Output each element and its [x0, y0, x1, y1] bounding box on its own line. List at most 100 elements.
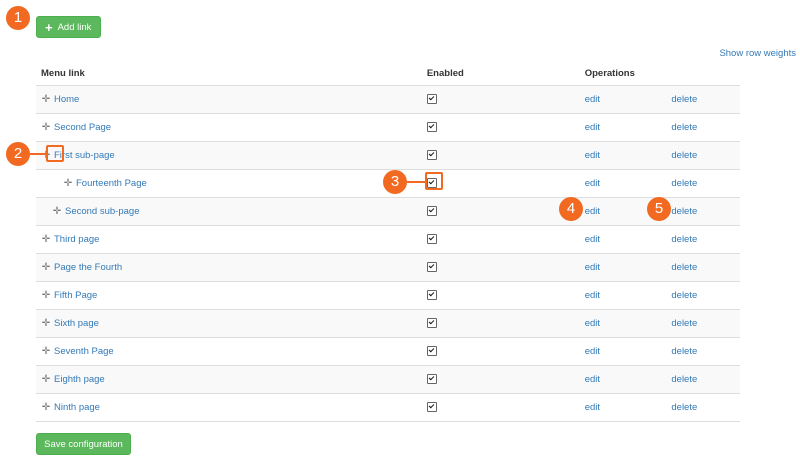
edit-cell: edit [584, 85, 672, 114]
drag-handle-icon[interactable]: ✛ [41, 234, 51, 245]
delete-link[interactable]: delete [671, 150, 697, 161]
delete-link[interactable]: delete [671, 290, 697, 301]
drag-handle-icon[interactable]: ✛ [41, 346, 51, 357]
delete-link[interactable]: delete [671, 402, 697, 413]
save-configuration-button[interactable]: Save configuration [36, 433, 131, 455]
add-link-button[interactable]: + Add link [36, 16, 101, 38]
delete-link[interactable]: delete [671, 234, 697, 245]
enabled-checkbox[interactable] [426, 262, 437, 273]
delete-cell: delete [671, 253, 740, 282]
enabled-checkbox[interactable] [426, 290, 437, 301]
enabled-checkbox[interactable] [426, 122, 437, 133]
delete-link[interactable]: delete [671, 122, 697, 133]
drag-handle-icon[interactable]: ✛ [41, 318, 51, 329]
drag-handle-highlight [46, 145, 64, 162]
delete-link[interactable]: delete [671, 346, 697, 357]
menu-link-cell: ✛ Second sub-page [36, 197, 427, 226]
table-row: ✛ Seventh Page edit delete [36, 337, 740, 366]
edit-link[interactable]: edit [585, 94, 600, 105]
table-row: ✛ Sixth page edit delete [36, 309, 740, 338]
enabled-cell [426, 337, 585, 366]
drag-handle-icon[interactable]: ✛ [41, 290, 51, 301]
callout-4: 4 [559, 197, 583, 221]
enabled-checkbox[interactable] [426, 374, 437, 385]
menu-link-cell: ✛ Second Page [36, 113, 427, 142]
callout-3: 3 [383, 170, 407, 194]
drag-handle-icon[interactable]: ✛ [52, 206, 62, 217]
enabled-checkbox[interactable] [426, 318, 437, 329]
operations-header: Operations [584, 61, 672, 86]
operations-header-spacer [671, 61, 740, 86]
delete-link[interactable]: delete [671, 206, 697, 217]
edit-cell: edit [584, 169, 672, 198]
edit-cell: edit [584, 225, 672, 254]
edit-link[interactable]: edit [585, 346, 600, 357]
menu-link-title[interactable]: Eighth page [54, 374, 105, 385]
drag-handle-icon[interactable]: ✛ [41, 94, 51, 105]
enabled-cell [426, 225, 585, 254]
edit-link[interactable]: edit [585, 150, 600, 161]
menu-link-title[interactable]: Fourteenth Page [76, 178, 147, 189]
edit-cell: edit [584, 365, 672, 394]
drag-handle-icon[interactable]: ✛ [63, 178, 73, 189]
delete-cell: delete [671, 337, 740, 366]
delete-link[interactable]: delete [671, 178, 697, 189]
delete-link[interactable]: delete [671, 318, 697, 329]
menu-link-title[interactable]: Seventh Page [54, 346, 114, 357]
drag-handle-icon[interactable]: ✛ [41, 262, 51, 273]
edit-link[interactable]: edit [585, 178, 600, 189]
delete-cell: delete [671, 197, 740, 226]
enabled-checkbox-highlight [425, 172, 443, 190]
enabled-cell [426, 169, 585, 198]
drag-handle-icon[interactable]: ✛ [41, 374, 51, 385]
enabled-header: Enabled [426, 61, 585, 86]
delete-cell: delete [671, 281, 740, 310]
table-row: ✛ Second Page edit delete [36, 113, 740, 142]
delete-cell: delete [671, 169, 740, 198]
edit-cell: edit [584, 281, 672, 310]
menu-link-title[interactable]: Second sub-page [65, 206, 139, 217]
menu-link-title[interactable]: Second Page [54, 122, 111, 133]
menu-link-title[interactable]: Fifth Page [54, 290, 97, 301]
enabled-checkbox[interactable] [426, 346, 437, 357]
menu-link-title[interactable]: Third page [54, 234, 99, 245]
enabled-cell [426, 85, 585, 114]
edit-link[interactable]: edit [585, 318, 600, 329]
edit-link[interactable]: edit [585, 206, 600, 217]
menu-link-cell: ✛ Fifth Page [36, 281, 427, 310]
callout-2-connector [30, 153, 46, 155]
delete-cell: delete [671, 85, 740, 114]
drag-handle-icon[interactable]: ✛ [41, 402, 51, 413]
menu-link-title[interactable]: Home [54, 94, 79, 105]
delete-cell: delete [671, 113, 740, 142]
delete-link[interactable]: delete [671, 262, 697, 273]
edit-link[interactable]: edit [585, 262, 600, 273]
show-row-weights-link[interactable]: Show row weights [719, 48, 796, 59]
callout-1: 1 [6, 6, 30, 30]
menu-link-cell: ✛ Seventh Page [36, 337, 427, 366]
enabled-checkbox[interactable] [426, 206, 437, 217]
delete-cell: delete [671, 365, 740, 394]
enabled-checkbox[interactable] [426, 402, 437, 413]
edit-link[interactable]: edit [585, 290, 600, 301]
menu-links-table: Menu link Enabled Operations ✛ Home edit de… [36, 61, 740, 422]
menu-link-title[interactable]: Sixth page [54, 318, 99, 329]
delete-link[interactable]: delete [671, 374, 697, 385]
menu-link-cell: ✛ Page the Fourth [36, 253, 427, 282]
menu-link-title[interactable]: Ninth page [54, 402, 100, 413]
edit-link[interactable]: edit [585, 402, 600, 413]
table-row: ✛ First sub-page edit delete [36, 141, 740, 170]
edit-link[interactable]: edit [585, 234, 600, 245]
enabled-checkbox[interactable] [426, 94, 437, 105]
menu-link-title[interactable]: Page the Fourth [54, 262, 122, 273]
delete-link[interactable]: delete [671, 94, 697, 105]
drag-handle-icon[interactable]: ✛ [41, 122, 51, 133]
enabled-checkbox[interactable] [426, 150, 437, 161]
table-row: ✛ Home edit delete [36, 85, 740, 114]
callout-5: 5 [647, 197, 671, 221]
enabled-checkbox[interactable] [426, 234, 437, 245]
menu-link-cell: ✛ Third page [36, 225, 427, 254]
edit-link[interactable]: edit [585, 122, 600, 133]
edit-cell: edit [584, 253, 672, 282]
edit-link[interactable]: edit [585, 374, 600, 385]
